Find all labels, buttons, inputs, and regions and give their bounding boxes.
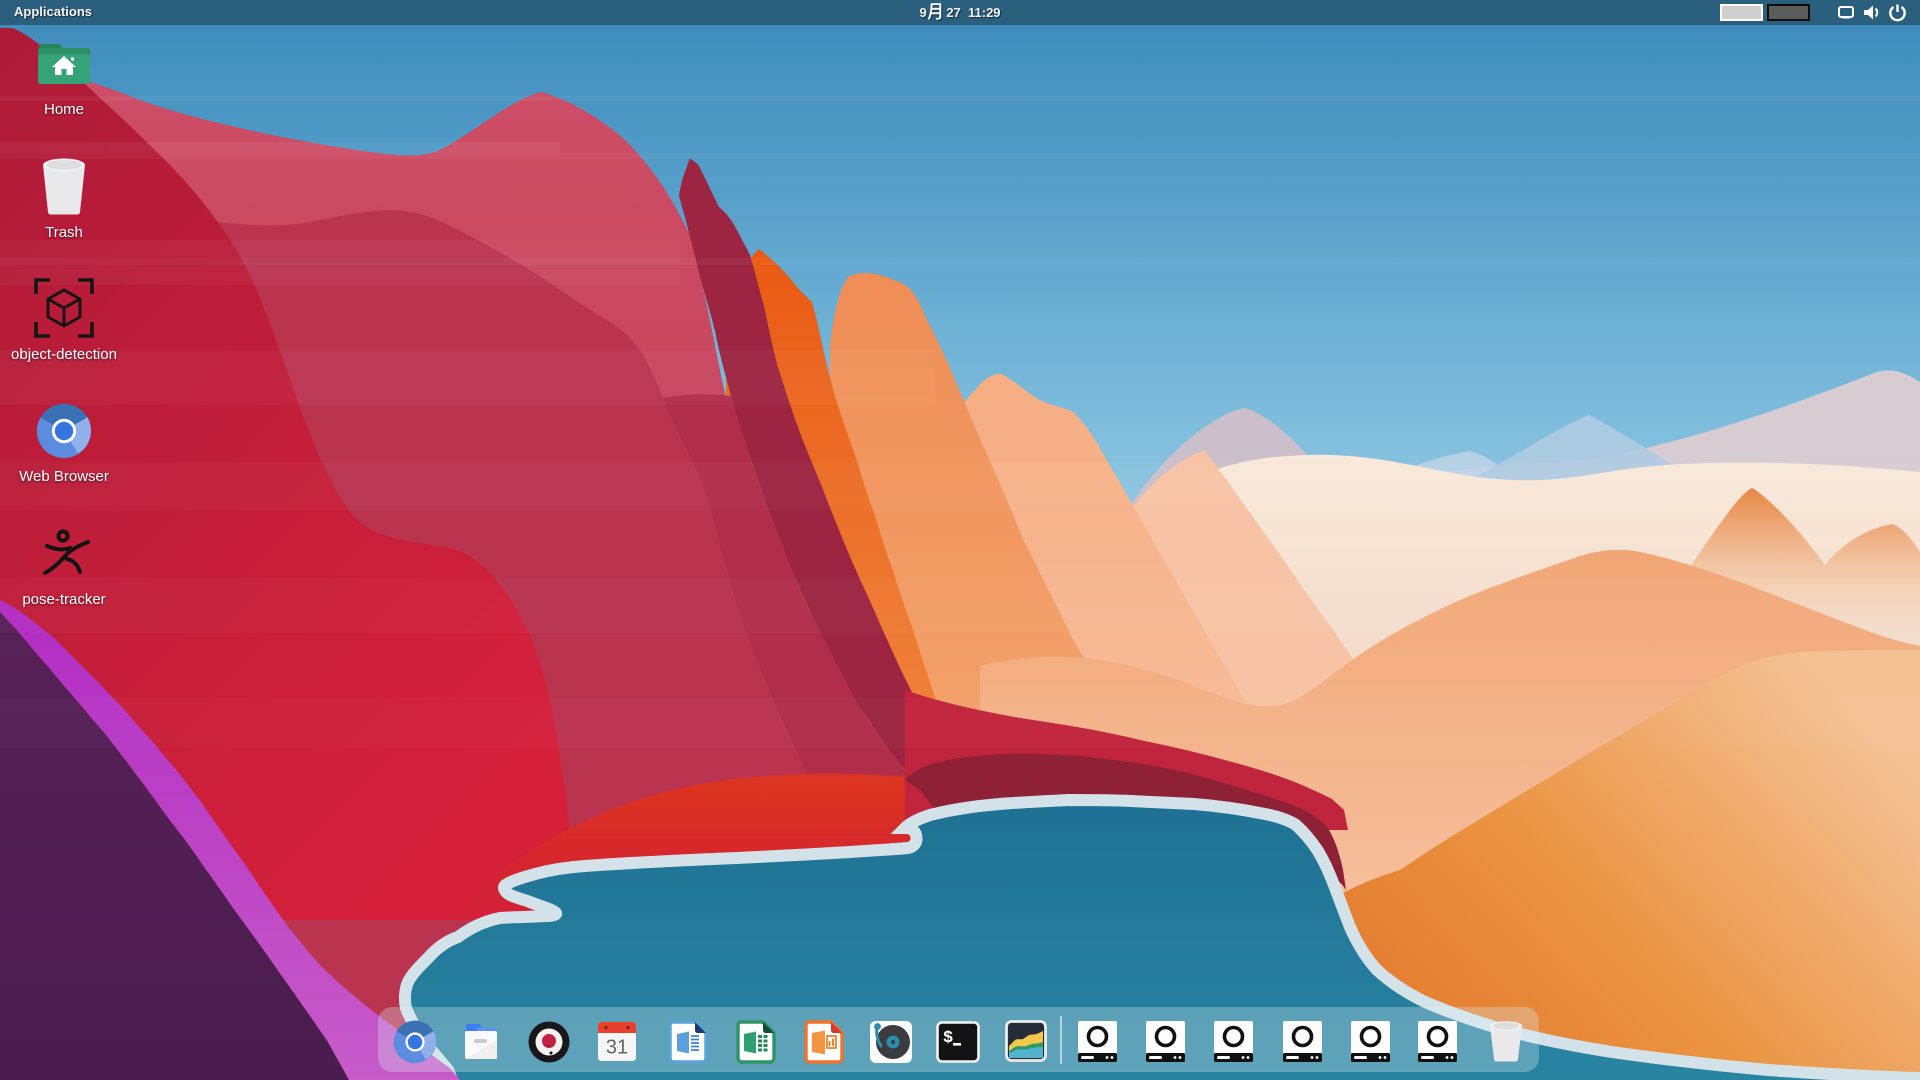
svg-text:$: $	[943, 1029, 953, 1048]
svg-text:31: 31	[606, 1037, 628, 1059]
